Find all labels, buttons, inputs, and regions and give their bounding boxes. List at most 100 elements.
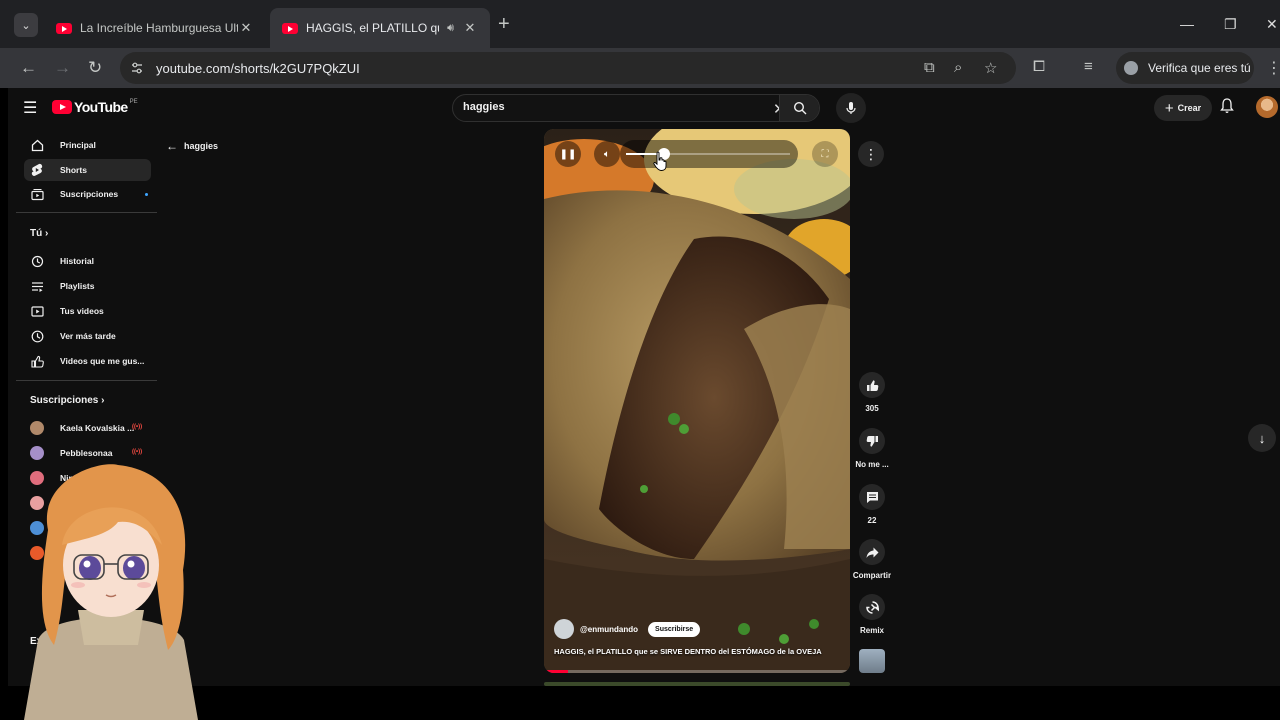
create-button[interactable]: + Crear [1154,95,1212,121]
shorts-icon [30,163,44,177]
sidebar-item-label: Principal [60,140,96,150]
like-count: 305 [865,404,879,413]
search-button[interactable] [779,95,819,121]
window-close-icon[interactable]: ✕ [1266,16,1278,33]
more-vert-icon: ⋮ [864,145,878,162]
video-title[interactable]: HAGGIS, el PLATILLO que se SIRVE DENTRO … [554,647,822,656]
sidebar-item-playlists[interactable]: Playlists [24,275,151,297]
remix-label: Remix [859,626,884,635]
mouse-cursor-hand-icon [653,151,667,171]
search-input[interactable]: haggies [463,101,505,113]
share-action[interactable]: Compartir [850,539,894,580]
pause-button[interactable]: ❚❚ [555,141,581,167]
like-action[interactable]: 305 [850,372,894,413]
next-short-button[interactable]: ↓ [1248,424,1276,452]
logo-text: YouTube [74,99,128,115]
more-options-button[interactable]: ⋮ [858,141,884,167]
bookmark-star-icon[interactable]: ☆ [984,59,997,77]
install-app-icon[interactable]: ⧉ [924,59,935,76]
fullscreen-button[interactable]: ⛶ [812,141,838,167]
minimize-icon[interactable]: — [1180,16,1194,32]
sidebar-item-shorts[interactable]: Shorts [24,159,151,181]
comment-count: 22 [867,516,877,525]
close-tab-icon[interactable]: ✕ [462,20,478,36]
sidebar-item-historial[interactable]: Historial [24,250,151,272]
sidebar-item-label: Suscripciones [60,189,119,199]
dislike-action[interactable]: No me ... [850,428,894,469]
media-control-icon[interactable]: ≡ [1084,58,1093,75]
sidebar-section-subscriptions[interactable]: Suscripciones › [30,395,104,406]
like-button[interactable] [859,372,885,398]
sidebar-item-suscripciones[interactable]: Suscripciones [24,183,151,205]
sidebar-item-label: Tus videos [60,306,104,316]
share-label: Compartir [852,571,892,580]
forward-arrow-icon[interactable]: → [54,57,71,79]
url-text: youtube.com/shorts/k2GU7PQkZUI [156,61,360,76]
channel-name: Kaela Kovalskia ... [60,423,135,433]
thumbs-down-icon [866,435,878,447]
site-info-icon[interactable] [130,61,144,75]
notifications-bell-icon[interactable] [1220,98,1234,114]
extensions-icon[interactable]: ⧠ [1033,58,1045,75]
hamburger-menu-icon[interactable]: ☰ [23,98,37,118]
close-tab-icon[interactable]: ✕ [238,20,254,36]
section-title: Suscripciones [30,395,99,406]
sidebar-item-ver-mas-tarde[interactable]: Ver más tarde [24,325,151,347]
shorts-player[interactable]: ❚❚ 🔈︎ ⛶ @enmundando Suscribirse HAGGIS, … [544,129,850,673]
sidebar-item-label: Videos que me gus... [60,356,145,366]
sidebar-item-tus-videos[interactable]: Tus videos [24,300,151,322]
back-to-search-link[interactable]: ← haggies [166,139,218,153]
channel-avatar [30,421,44,435]
comments-button[interactable] [859,484,885,510]
mute-button[interactable]: 🔈︎ [594,141,620,167]
youtube-favicon-icon [282,22,298,34]
sidebar-item-principal[interactable]: Principal [24,134,151,156]
audio-playing-icon[interactable]: 🔊︎ [447,22,454,35]
your-videos-icon [30,304,44,318]
remix-button[interactable] [859,594,885,620]
subscription-channel[interactable]: Kaela Kovalskia ... ((•)) [24,417,151,439]
subscriptions-icon [30,187,44,201]
channel-name[interactable]: @enmundando [580,625,638,634]
youtube-logo[interactable]: YouTube PE [52,99,138,115]
live-indicator-icon: ((•)) [132,449,143,455]
channel-info: @enmundando Suscribirse [554,619,701,639]
new-tab-button[interactable]: + [498,14,510,34]
zoom-icon[interactable]: ⌕ [954,59,962,76]
account-avatar[interactable] [1256,96,1278,118]
sound-thumbnail[interactable] [859,649,885,673]
watch-later-icon [30,329,44,343]
profile-icon [1124,61,1138,75]
voice-search-button[interactable] [836,93,866,123]
back-arrow-icon[interactable]: ← [20,57,37,79]
video-progress-bar[interactable] [544,670,850,673]
tab-haggis[interactable]: HAGGIS, el PLATILLO que se 🔊︎ ✕ [270,8,490,48]
thumbs-up-icon [866,379,878,391]
share-button[interactable] [859,539,885,565]
restore-icon[interactable]: ❐ [1224,16,1237,33]
region-code: PE [129,99,138,105]
reload-icon[interactable]: ↻ [88,57,102,79]
channel-avatar[interactable] [554,619,574,639]
remix-action[interactable]: Remix [850,594,894,635]
comments-action[interactable]: 22 [850,484,894,525]
dislike-button[interactable] [859,428,885,454]
sidebar-item-liked-videos[interactable]: Videos que me gus... [24,350,151,372]
plus-icon: + [1164,99,1174,117]
sidebar-item-label: Shorts [60,165,87,175]
sidebar-divider [16,380,157,381]
search-icon [793,101,806,115]
volume-slider[interactable] [620,140,798,168]
tab-search-button[interactable]: ⌄ [14,13,38,37]
verify-label: Verifica que eres tú [1148,61,1251,75]
address-bar[interactable]: youtube.com/shorts/k2GU7PQkZUI ⧉ ⌕ ☆ [120,52,1016,84]
tab-hamburguesa[interactable]: La Increíble Hamburguesa Ultim ✕ [44,8,266,48]
sidebar-section-you[interactable]: Tú › [30,228,48,239]
sidebar-item-label: Playlists [60,281,95,291]
search-box[interactable]: haggies ✕ [452,94,820,122]
fullscreen-icon: ⛶ [821,148,829,160]
browser-menu-icon[interactable]: ⋮ [1266,58,1280,78]
verify-identity-button[interactable]: Verifica que eres tú [1116,52,1254,84]
arrow-down-icon: ↓ [1258,430,1266,446]
subscribe-button[interactable]: Suscribirse [648,621,701,637]
